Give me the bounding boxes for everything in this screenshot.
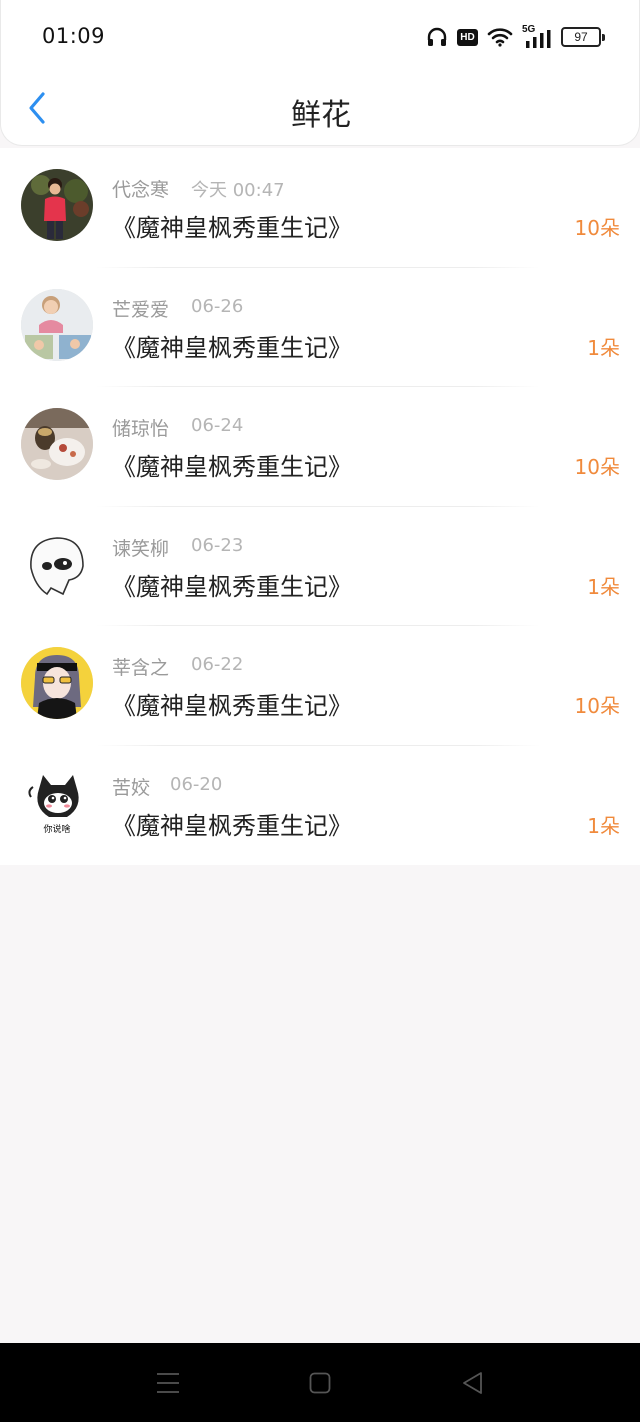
flower-count: 10朵 — [574, 455, 620, 479]
book-title: 《魔神皇枫秀重生记》 — [112, 572, 352, 601]
flower-count: 1朵 — [587, 813, 620, 838]
wifi-icon — [487, 28, 513, 47]
flower-count: 1朵 — [587, 574, 620, 599]
flower-count: 10朵 — [574, 216, 620, 240]
list-item[interactable]: 莘含之 06-22 《魔神皇枫秀重生记》 10朵 — [0, 626, 640, 746]
book-title: 《魔神皇枫秀重生记》 — [112, 214, 352, 242]
list-item[interactable]: 谏笑柳 06-23 《魔神皇枫秀重生记》 1朵 — [0, 507, 640, 626]
back-triangle-icon — [463, 1372, 482, 1394]
gift-time: 06-22 — [191, 654, 244, 675]
book-title: 《魔神皇枫秀重生记》 — [112, 811, 352, 840]
home-square-icon — [309, 1372, 331, 1394]
status-bar: 01:09 HD 5G 97 — [1, 0, 640, 72]
navigation-bar — [0, 1343, 640, 1422]
recent-apps-button[interactable] — [148, 1367, 188, 1399]
back-nav-button[interactable] — [452, 1367, 492, 1399]
avatar-caption: 你说啥 — [43, 824, 71, 835]
home-button[interactable] — [300, 1367, 340, 1399]
header: 01:09 HD 5G 97 鲜花 — [0, 0, 640, 146]
avatar — [21, 169, 93, 241]
book-title: 《魔神皇枫秀重生记》 — [112, 333, 352, 362]
avatar — [21, 527, 93, 600]
avatar — [21, 408, 93, 480]
status-time: 01:09 — [42, 24, 106, 48]
flower-list: 代念寒 今天 00:47 《魔神皇枫秀重生记》 10朵 芒爱爱 06-26 《魔… — [0, 148, 640, 865]
page-title: 鲜花 — [291, 98, 351, 133]
list-item[interactable]: 你说啥 苦姣 06-20 《魔神皇枫秀重生记》 1朵 — [0, 746, 640, 866]
user-name: 苦姣 — [112, 776, 151, 799]
status-icons: HD 5G 97 — [426, 24, 605, 50]
battery-level: 97 — [574, 30, 588, 44]
list-item[interactable]: 代念寒 今天 00:47 《魔神皇枫秀重生记》 10朵 — [0, 148, 640, 268]
headphones-icon — [427, 27, 447, 46]
menu-icon — [157, 1373, 179, 1393]
hd-icon: HD — [457, 28, 478, 46]
gift-time: 06-20 — [170, 773, 223, 795]
avatar: 你说啥 — [21, 766, 93, 839]
avatar — [21, 647, 93, 719]
avatar — [21, 288, 93, 361]
user-name: 芒爱爱 — [112, 298, 170, 321]
gift-time: 06-26 — [191, 295, 244, 317]
title-bar: 鲜花 — [1, 72, 640, 146]
user-name: 代念寒 — [112, 179, 170, 201]
flower-count: 10朵 — [574, 694, 620, 718]
flower-count: 1朵 — [587, 335, 620, 360]
list-item[interactable]: 芒爱爱 06-26 《魔神皇枫秀重生记》 1朵 — [0, 268, 640, 387]
battery-icon: 97 — [561, 27, 605, 47]
5g-signal-icon: 5G — [522, 24, 552, 48]
book-title: 《魔神皇枫秀重生记》 — [112, 453, 352, 481]
gift-time: 06-23 — [191, 534, 244, 556]
gift-time: 06-24 — [191, 415, 244, 436]
hd-label: HD — [460, 31, 475, 43]
list-item[interactable]: 储琼怡 06-24 《魔神皇枫秀重生记》 10朵 — [0, 387, 640, 507]
user-name: 谏笑柳 — [112, 537, 170, 560]
book-title: 《魔神皇枫秀重生记》 — [112, 692, 352, 720]
user-name: 莘含之 — [112, 657, 170, 679]
user-name: 储琼怡 — [112, 418, 170, 440]
gift-time: 今天 00:47 — [191, 180, 285, 201]
